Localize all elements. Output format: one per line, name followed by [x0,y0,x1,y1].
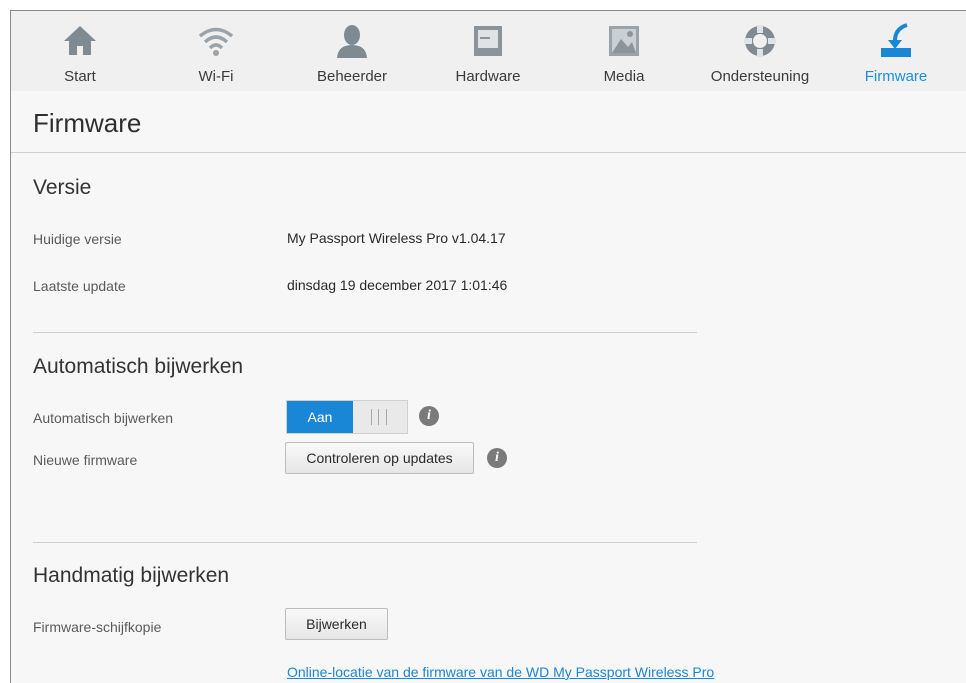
top-nav: Start Wi-Fi Beheerder Hardware Media Ond… [11,11,966,91]
auto-update-label: Automatisch bijwerken [33,410,174,426]
nav-label: Beheerder [316,68,388,85]
auto-update-toggle[interactable]: Aan [286,400,408,434]
last-update-label: Laatste update [33,278,126,294]
section-title-manual-update: Handmatig bijwerken [33,564,230,587]
current-version-label: Huidige versie [33,231,122,247]
lifebuoy-icon [744,25,776,57]
divider [33,542,697,543]
nav-label: Firmware [864,68,928,85]
divider [11,152,966,153]
nav-label: Hardware [455,68,521,85]
nav-label: Media [603,68,645,85]
firmware-icon [881,23,911,57]
nav-item-start[interactable]: Start [12,11,148,91]
section-title-versie: Versie [33,176,92,199]
home-icon [64,26,96,55]
nav-item-ondersteuning[interactable]: Ondersteuning [692,11,828,91]
nav-item-hardware[interactable]: Hardware [420,11,556,91]
firmware-image-label: Firmware-schijfkopie [33,619,162,635]
last-update-value: dinsdag 19 december 2017 1:01:46 [287,277,508,293]
toggle-on-label: Aan [287,401,353,433]
nav-item-beheerder[interactable]: Beheerder [284,11,420,91]
app-window: Start Wi-Fi Beheerder Hardware Media Ond… [10,10,966,683]
current-version-value: My Passport Wireless Pro v1.04.17 [287,230,506,246]
toggle-grip-icon [371,409,387,425]
nav-item-firmware[interactable]: Firmware [828,11,964,91]
update-button[interactable]: Bijwerken [285,608,388,640]
nav-label: Wi-Fi [198,68,234,85]
user-icon [337,25,367,58]
info-icon[interactable]: i [487,448,507,468]
wifi-icon [198,27,234,56]
media-icon [609,26,639,56]
nav-label: Ondersteuning [710,68,810,85]
new-firmware-label: Nieuwe firmware [33,452,138,468]
page-title: Firmware [33,108,142,138]
online-firmware-link[interactable]: Online-locatie van de firmware van de WD… [287,664,714,680]
section-title-auto-update: Automatisch bijwerken [33,355,244,378]
check-updates-button[interactable]: Controleren op updates [285,442,474,474]
nav-item-media[interactable]: Media [556,11,692,91]
info-icon[interactable]: i [419,406,439,426]
hardware-icon [474,26,502,56]
nav-label: Start [64,68,96,85]
nav-item-wifi[interactable]: Wi-Fi [148,11,284,91]
divider [33,332,697,333]
